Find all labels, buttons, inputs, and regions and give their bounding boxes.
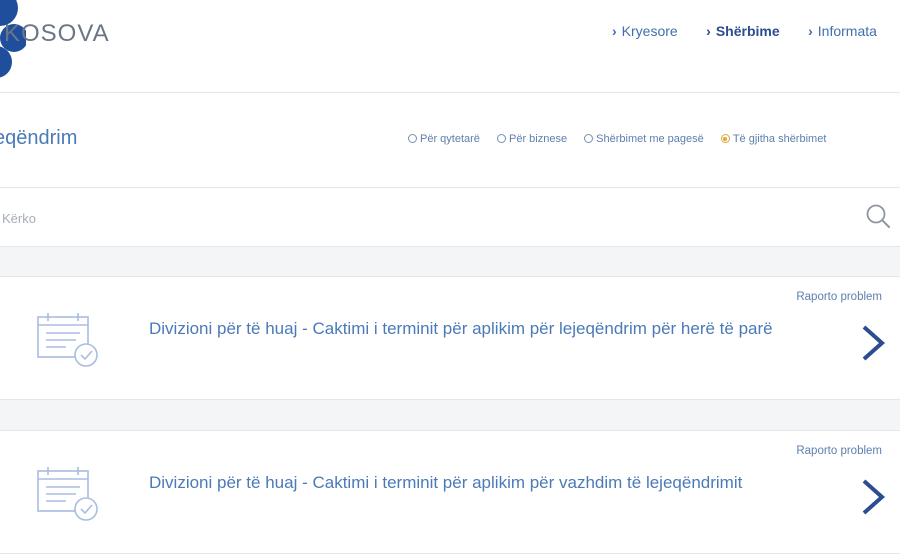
nav-item-kryesore[interactable]: › Kryesore xyxy=(612,23,678,39)
service-card[interactable]: Divizioni për të huaj - Caktimi i termin… xyxy=(0,430,900,554)
filter-per-biznese[interactable]: Për biznese xyxy=(496,133,568,145)
site-header: KOSOVA › Kryesore › Shërbime › Informata xyxy=(0,0,900,93)
calendar-check-icon xyxy=(37,313,98,367)
title-row: eqëndrim Për qytetarë Për biznese Shërbi… xyxy=(0,93,900,188)
chevron-right-icon[interactable] xyxy=(856,477,888,517)
filter-label: Të gjitha shërbimet xyxy=(732,133,827,145)
radio-unchecked-icon[interactable] xyxy=(408,134,417,143)
service-card[interactable]: Divizioni për të huaj - Caktimi i termin… xyxy=(0,276,900,400)
radio-unchecked-icon[interactable] xyxy=(496,134,506,143)
logo-text[interactable]: KOSOVA xyxy=(4,20,110,48)
service-filters: Për qytetarë Për biznese Shërbimet me pa… xyxy=(408,133,840,145)
chevron-right-icon: › xyxy=(706,23,711,39)
filter-te-gjitha-sherbimet[interactable]: Të gjitha shërbimet xyxy=(720,133,827,145)
search-input[interactable] xyxy=(0,202,824,234)
chevron-right-icon[interactable] xyxy=(856,323,888,363)
service-title[interactable]: Divizioni për të huaj - Caktimi i termin… xyxy=(149,316,829,341)
nav-item-label: Informata xyxy=(817,23,877,39)
chevron-right-icon: › xyxy=(808,23,813,39)
filter-sherbimet-me-pagese[interactable]: Shërbimet me pagesë xyxy=(584,133,704,145)
filter-label: Për qytetarë xyxy=(420,133,480,145)
filter-label: Shërbimet me pagesë xyxy=(596,133,704,145)
search-bar xyxy=(0,188,900,247)
nav-item-label: Shërbime xyxy=(715,23,780,39)
main-nav: › Kryesore › Shërbime › Informata xyxy=(612,23,900,41)
nav-item-label: Kryesore xyxy=(621,23,678,39)
service-title[interactable]: Divizioni për të huaj - Caktimi i termin… xyxy=(149,470,829,495)
nav-item-sherbime[interactable]: › Shërbime xyxy=(706,23,779,39)
page-title: eqëndrim xyxy=(0,127,78,149)
radio-unchecked-icon[interactable] xyxy=(584,134,594,143)
report-problem-link[interactable]: Raporto problem xyxy=(796,445,882,457)
calendar-check-icon xyxy=(37,467,98,521)
radio-checked-icon[interactable] xyxy=(720,134,730,143)
nav-item-informata[interactable]: › Informata xyxy=(808,23,877,39)
filter-label: Për biznese xyxy=(508,133,568,145)
report-problem-link[interactable]: Raporto problem xyxy=(796,291,882,303)
chevron-right-icon: › xyxy=(612,23,617,39)
search-icon[interactable] xyxy=(864,202,892,230)
filter-per-qytetare[interactable]: Për qytetarë xyxy=(408,133,480,145)
